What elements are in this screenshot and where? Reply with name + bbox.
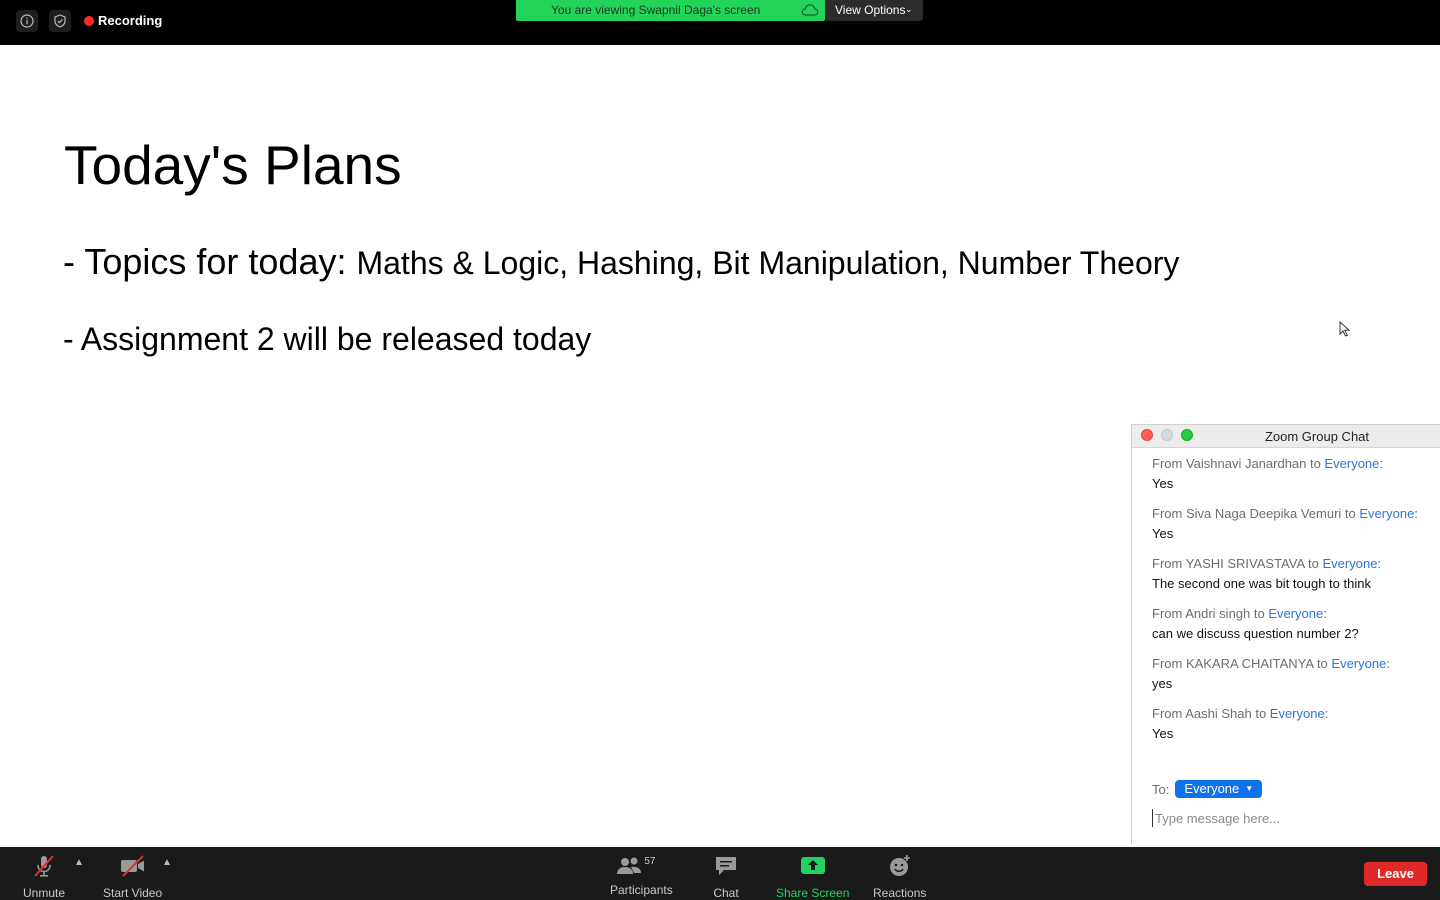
recording-dot-icon xyxy=(84,15,94,26)
viewing-screen-banner: You are viewing Swapnil Daga's screen xyxy=(516,0,825,21)
slide-title: Today's Plans xyxy=(64,134,402,196)
chat-recipient-link[interactable]: Everyone xyxy=(1331,656,1386,671)
chat-titlebar[interactable]: Zoom Group Chat xyxy=(1132,425,1440,448)
chat-message-text: can we discuss question number 2? xyxy=(1152,626,1359,641)
chat-sender: From Vaishnavi Janardhan to xyxy=(1152,456,1325,471)
chat-recipient-colon: : xyxy=(1324,706,1329,721)
to-label: To: xyxy=(1152,781,1170,797)
chat-recipient-row: To: Everyone ▼ xyxy=(1152,780,1263,798)
recipient-dropdown-value: Everyone xyxy=(1184,781,1240,796)
leave-button[interactable]: Leave xyxy=(1364,862,1427,886)
chat-message: From Vaishnavi Janardhan to Everyone: Ye… xyxy=(1152,456,1383,491)
chat-recipient-colon: : xyxy=(1414,506,1418,521)
video-options-caret-icon[interactable]: ▲ xyxy=(162,857,172,868)
caret-down-icon: ▼ xyxy=(1245,784,1254,793)
slide-bullet-topics-list: Maths & Logic, Hashing, Bit Manipulation… xyxy=(356,245,1180,281)
view-options-label: View Options xyxy=(835,3,906,17)
share-screen-button[interactable]: Share Screen xyxy=(776,853,849,900)
chat-sender: From KAKARA CHAITANYA to xyxy=(1152,656,1332,671)
chat-message-header: From Andri singh to Everyone: xyxy=(1152,606,1359,621)
chat-message-text: yes xyxy=(1152,676,1173,691)
chat-recipient-colon: : xyxy=(1377,556,1382,571)
chat-message-header: From KAKARA CHAITANYA to Everyone: xyxy=(1152,656,1390,671)
chat-message-header: From YASHI SRIVASTAVA to Everyone: xyxy=(1152,556,1381,571)
slide-bullet-assignment: - Assignment 2 will be released today xyxy=(63,321,592,357)
participants-icon-wrap: 57 xyxy=(616,853,666,879)
participants-icon xyxy=(617,857,642,874)
recording-indicator[interactable]: Recording xyxy=(84,13,162,28)
audio-options-caret-icon[interactable]: ▲ xyxy=(74,857,84,868)
chat-message-text: Yes xyxy=(1152,526,1174,541)
chat-recipient-colon: : xyxy=(1323,606,1327,621)
mouse-pointer-icon xyxy=(1339,320,1351,342)
share-screen-icon xyxy=(800,853,826,882)
chat-message: From Aashi Shah to Everyone: Yes xyxy=(1152,706,1328,741)
participants-label: Participants xyxy=(610,883,673,897)
unmute-button[interactable]: Unmute xyxy=(23,853,65,900)
unmute-label: Unmute xyxy=(23,886,66,900)
viewing-screen-text: You are viewing Swapnil Daga's screen xyxy=(551,3,761,17)
meeting-controls-bar: Unmute ▲ Start Video ▲ 57 Participants C… xyxy=(0,847,1440,900)
start-video-button[interactable]: Start Video xyxy=(103,853,162,900)
video-off-icon xyxy=(119,853,147,882)
chat-message: From Andri singh to Everyone: can we dis… xyxy=(1152,606,1359,641)
chat-message-header: From Vaishnavi Janardhan to Everyone: xyxy=(1152,456,1383,471)
chat-sender: From Siva Naga Deepika Vemuri to xyxy=(1152,506,1360,521)
chat-recipient-link[interactable]: Everyone xyxy=(1324,456,1379,471)
chat-message-text: The second one was bit tough to think xyxy=(1152,576,1371,591)
start-video-label: Start Video xyxy=(103,886,163,900)
share-screen-label: Share Screen xyxy=(776,886,850,900)
chat-window-title: Zoom Group Chat xyxy=(1264,429,1370,444)
chat-message-header: From Siva Naga Deepika Vemuri to Everyon… xyxy=(1152,506,1418,521)
zoom-group-chat-window: Zoom Group Chat From Vaishnavi Janardhan… xyxy=(1131,424,1440,844)
chat-button[interactable]: Chat xyxy=(713,853,739,900)
chat-bubble-icon xyxy=(713,853,739,882)
chat-sender: From YASHI SRIVASTAVA to xyxy=(1152,556,1323,571)
chat-recipient-link[interactable]: Everyone xyxy=(1359,506,1414,521)
recording-label: Recording xyxy=(98,13,163,28)
chat-recipient-colon: : xyxy=(1386,656,1390,671)
chat-message-input[interactable] xyxy=(1152,809,1425,827)
reactions-smiley-icon xyxy=(887,853,913,882)
chat-message-text: Yes xyxy=(1152,726,1174,741)
chat-label: Chat xyxy=(713,886,739,900)
chat-message-text: Yes xyxy=(1152,476,1174,491)
chat-recipient-link[interactable]: Everyone xyxy=(1270,706,1325,721)
chat-message: From Siva Naga Deepika Vemuri to Everyon… xyxy=(1152,506,1418,541)
chat-recipient-colon: : xyxy=(1379,456,1384,471)
chat-recipient-link[interactable]: Everyone xyxy=(1323,556,1378,571)
info-icon[interactable] xyxy=(16,10,38,32)
cloud-icon xyxy=(801,3,819,24)
chat-message: From YASHI SRIVASTAVA to Everyone: The s… xyxy=(1152,556,1381,591)
view-options-button[interactable]: View Options ⌄ xyxy=(825,0,923,21)
shield-icon[interactable] xyxy=(49,10,71,32)
slide-bullet-topics: - Topics for today: Maths & Logic, Hashi… xyxy=(63,241,1179,283)
chevron-down-icon: ⌄ xyxy=(905,4,913,14)
reactions-button[interactable]: Reactions xyxy=(873,853,926,900)
meeting-top-bar: Recording You are viewing Swapnil Daga's… xyxy=(0,0,1440,45)
recipient-dropdown[interactable]: Everyone ▼ xyxy=(1175,780,1263,798)
chat-sender: From Andri singh to xyxy=(1152,606,1269,621)
chat-message-header: From Aashi Shah to Everyone: xyxy=(1152,706,1328,721)
chat-sender: From Aashi Shah to xyxy=(1152,706,1270,721)
slide-bullet-topics-prefix: - Topics for today: xyxy=(63,241,357,282)
muted-microphone-icon xyxy=(31,853,57,882)
participants-button[interactable]: 57 Participants xyxy=(610,853,673,897)
chat-recipient-link[interactable]: Everyone xyxy=(1268,606,1323,621)
reactions-label: Reactions xyxy=(873,886,927,900)
chat-message: From KAKARA CHAITANYA to Everyone: yes xyxy=(1152,656,1390,691)
participants-count: 57 xyxy=(644,856,656,867)
